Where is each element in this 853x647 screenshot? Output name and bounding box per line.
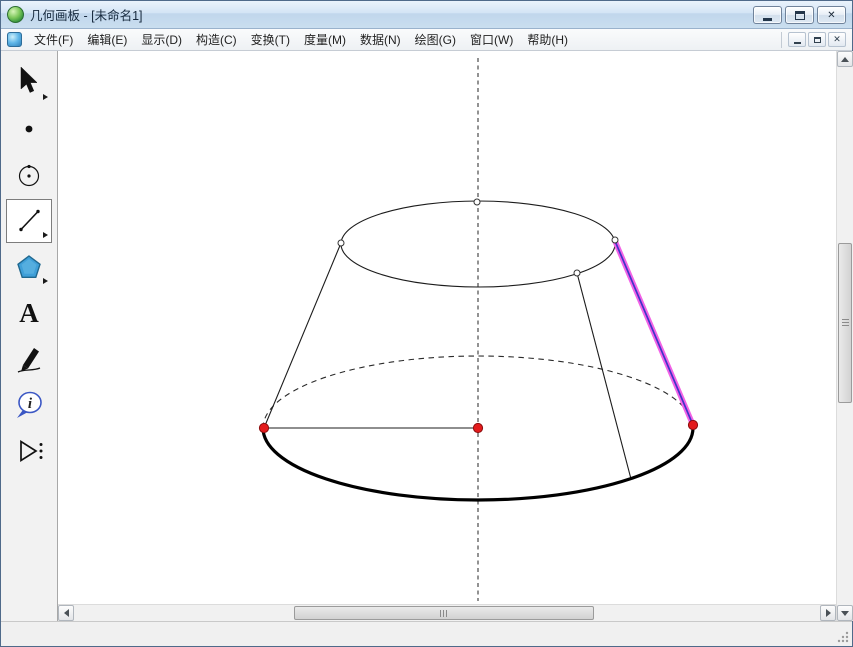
scroll-up-button[interactable] [837, 51, 853, 67]
vertical-scroll-thumb[interactable] [838, 243, 852, 403]
mdi-minimize-button[interactable] [788, 32, 806, 47]
sketch-canvas[interactable] [58, 51, 836, 604]
menu-display[interactable]: 显示(D) [134, 28, 189, 51]
menu-help[interactable]: 帮助(H) [520, 28, 575, 51]
mdi-close-button[interactable]: ✕ [828, 32, 846, 47]
menu-construct[interactable]: 构造(C) [189, 28, 244, 51]
mdi-close-icon: ✕ [833, 34, 841, 45]
scroll-right-icon [826, 609, 831, 617]
tool-information[interactable]: i [6, 383, 52, 427]
mdi-window-controls: ✕ [781, 32, 848, 48]
close-button[interactable]: ✕ [817, 6, 846, 24]
scroll-left-icon [64, 609, 69, 617]
tool-custom[interactable] [6, 429, 52, 473]
text-tool-icon: A [19, 300, 39, 327]
maximize-icon [795, 11, 805, 20]
thumb-grip-icon [842, 319, 849, 328]
top-left-point[interactable] [338, 240, 344, 246]
vertical-scrollbar[interactable] [836, 51, 853, 621]
tool-point[interactable] [6, 107, 52, 151]
bottom-right-point[interactable] [688, 420, 697, 429]
menu-transform[interactable]: 变换(T) [244, 28, 297, 51]
custom-tool-icon [9, 431, 49, 471]
menu-measure[interactable]: 度量(M) [297, 28, 353, 51]
menu-file[interactable]: 文件(F) [27, 28, 80, 51]
app-icon [7, 6, 24, 23]
inner-lateral-segment[interactable] [577, 273, 631, 479]
marker-icon [9, 339, 49, 379]
menu-graph[interactable]: 绘图(G) [408, 28, 463, 51]
scroll-down-button[interactable] [837, 605, 853, 621]
separator [781, 32, 782, 48]
tool-marker[interactable] [6, 337, 52, 381]
mdi-restore-icon [814, 37, 821, 43]
tool-compass[interactable] [6, 153, 52, 197]
center-point[interactable] [473, 423, 482, 432]
tool-selection-arrow[interactable] [6, 61, 52, 105]
top-right-point[interactable] [612, 237, 618, 243]
highlighted-lateral-segment-core[interactable] [615, 241, 693, 425]
scroll-right-button[interactable] [820, 605, 836, 621]
bottom-left-point[interactable] [259, 423, 268, 432]
menu-bar: 文件(F) 编辑(E) 显示(D) 构造(C) 变换(T) 度量(M) 数据(N… [1, 29, 852, 51]
flyout-arrow-icon [43, 232, 48, 238]
scroll-up-icon [841, 57, 849, 62]
maximize-button[interactable] [785, 6, 814, 24]
flyout-arrow-icon [43, 94, 48, 100]
menu-edit[interactable]: 编辑(E) [80, 28, 134, 51]
menu-window[interactable]: 窗口(W) [463, 28, 520, 51]
tool-segment[interactable] [6, 199, 52, 243]
mdi-minimize-icon [794, 42, 801, 44]
close-icon: ✕ [827, 10, 835, 21]
thumb-grip-icon [440, 610, 449, 617]
caption-buttons: ✕ [753, 6, 846, 24]
title-bar[interactable]: 几何画板 - [未命名1] ✕ [1, 1, 852, 29]
scroll-left-button[interactable] [58, 605, 74, 621]
scroll-down-icon [841, 611, 849, 616]
flyout-arrow-icon [43, 278, 48, 284]
tool-polygon[interactable] [6, 245, 52, 289]
mdi-restore-button[interactable] [808, 32, 826, 47]
information-icon: i [9, 385, 49, 425]
minimize-button[interactable] [753, 6, 782, 24]
document-icon [7, 32, 22, 47]
menu-data[interactable]: 数据(N) [353, 28, 408, 51]
top-inner-point[interactable] [574, 270, 580, 276]
compass-icon [9, 155, 49, 195]
frustum-sketch [58, 51, 836, 604]
horizontal-scrollbar[interactable] [58, 604, 836, 621]
tool-palette: A i [1, 51, 58, 621]
horizontal-scroll-thumb[interactable] [294, 606, 594, 620]
point-icon [9, 109, 49, 149]
top-center-point[interactable] [474, 199, 480, 205]
app-window: 几何画板 - [未命名1] ✕ 文件(F) 编辑(E) 显示(D) 构造(C) … [0, 0, 853, 647]
left-lateral-segment[interactable] [264, 243, 341, 428]
main-area: A i [1, 51, 852, 621]
tool-text[interactable]: A [6, 291, 52, 335]
resize-grip[interactable] [836, 630, 850, 644]
window-title: 几何画板 - [未命名1] [30, 5, 143, 24]
minimize-icon [763, 18, 772, 21]
status-bar [1, 621, 852, 646]
